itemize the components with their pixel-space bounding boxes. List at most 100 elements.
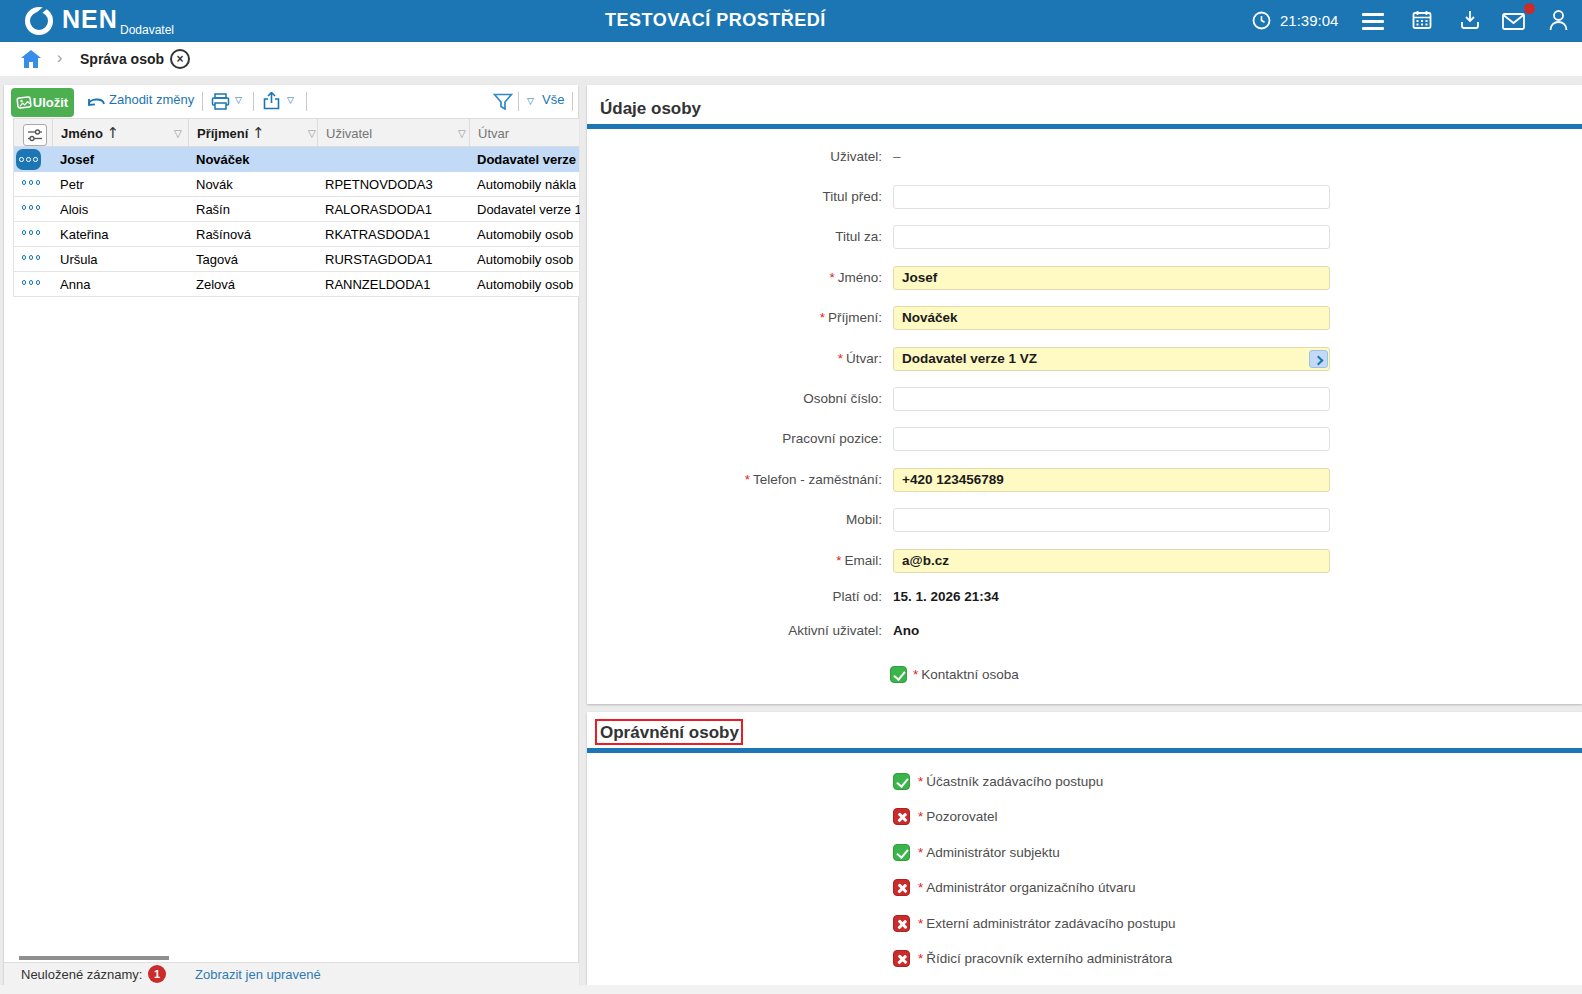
horizontal-scrollbar[interactable] xyxy=(19,956,169,960)
print-icon[interactable] xyxy=(211,93,230,110)
column-header-utvar[interactable]: Útvar xyxy=(469,119,580,148)
row-actions-icon[interactable] xyxy=(20,180,42,185)
mail-icon[interactable] xyxy=(1502,13,1525,30)
permission-checkbox[interactable]: ✓ xyxy=(893,773,910,790)
field-email: *Email: a@b.cz xyxy=(587,549,1582,573)
prijmeni-input[interactable]: Nováček xyxy=(893,306,1330,330)
app-header: NEN Dodavatel TESTOVACÍ PROSTŘEDÍ 21:39:… xyxy=(0,0,1582,42)
sort-asc-icon: ↑ xyxy=(252,124,265,142)
filter-icon[interactable] xyxy=(493,93,513,111)
clock-icon xyxy=(1252,11,1271,30)
field-mobil: Mobil: xyxy=(587,508,1582,532)
table-header: Jméno ↑ ▽ Příjmení ↑ ▽ Uživatel ▽ Útvar xyxy=(13,118,579,147)
mail-notification-dot xyxy=(1524,3,1535,14)
permission-item: ✓ *Účastník zadávacího postupu xyxy=(587,770,1582,794)
header-time: 21:39:04 xyxy=(1280,12,1338,29)
filter-prijmeni-icon[interactable]: ▽ xyxy=(308,119,316,148)
download-icon[interactable] xyxy=(1460,10,1480,30)
persons-list-panel: Uložit Zahodit změny ▽ ▽ ▽ Vše xyxy=(4,85,578,985)
permission-item: × *Pozorovatel xyxy=(587,805,1582,829)
filter-jmeno-icon[interactable]: ▽ xyxy=(174,119,182,148)
menu-icon[interactable] xyxy=(1362,13,1384,34)
export-dropdown-icon[interactable]: ▽ xyxy=(287,95,294,105)
uzivatel-value: – xyxy=(893,145,901,169)
utvar-input[interactable]: Dodavatel verze 1 VZ xyxy=(893,347,1330,371)
row-actions-icon[interactable] xyxy=(20,230,42,235)
filter-mode-dropdown-icon[interactable]: ▽ xyxy=(527,96,534,106)
field-pracovni-pozice: Pracovní pozice: xyxy=(587,427,1582,451)
page: NEN Dodavatel TESTOVACÍ PROSTŘEDÍ 21:39:… xyxy=(0,0,1582,994)
table-row[interactable]: Kateřina Rašínová RKATRASDODA1 Automobil… xyxy=(13,222,579,247)
column-settings-button[interactable] xyxy=(23,124,47,146)
row-actions-icon[interactable] xyxy=(20,255,42,260)
sort-asc-icon: ↑ xyxy=(107,124,120,142)
tab-close-icon[interactable]: × xyxy=(170,49,190,69)
permission-item: × *Administrátor organizačního útvaru xyxy=(587,876,1582,900)
field-uzivatel: Uživatel: – xyxy=(587,145,1582,169)
field-kontaktni-osoba: ✓ *Kontaktní osoba xyxy=(587,663,1582,687)
filter-all-button[interactable]: Vše xyxy=(542,92,564,107)
user-icon[interactable] xyxy=(1548,9,1569,31)
field-jmeno: *Jméno: Josef xyxy=(587,266,1582,290)
page-bottom-strip xyxy=(0,985,1582,994)
export-icon[interactable] xyxy=(263,92,280,110)
field-plati-od: Platí od: 15. 1. 2026 21:34 xyxy=(587,585,1582,609)
discard-changes-icon xyxy=(87,95,106,109)
calendar-icon[interactable] xyxy=(1412,10,1432,30)
environment-title: TESTOVACÍ PROSTŘEDÍ xyxy=(605,10,826,31)
column-header-prijmeni[interactable]: Příjmení ↑ xyxy=(188,119,317,148)
row-actions-icon[interactable] xyxy=(20,280,42,285)
jmeno-input[interactable]: Josef xyxy=(893,266,1330,290)
save-button[interactable]: Uložit xyxy=(11,88,74,117)
breadcrumb-chevron-icon: › xyxy=(57,49,62,67)
permission-checkbox[interactable]: × xyxy=(893,915,910,932)
kontaktni-osoba-checkbox[interactable]: ✓ xyxy=(890,666,907,683)
field-aktivni-uzivatel: Aktivní uživatel: Ano xyxy=(587,619,1582,643)
table-row[interactable]: Anna Zelová RANNZELDODA1 Automobily osob xyxy=(13,272,579,297)
permission-checkbox[interactable]: × xyxy=(893,950,910,967)
field-telefon: *Telefon - zaměstnání: +420 123456789 xyxy=(587,468,1582,492)
pracovni-pozice-input[interactable] xyxy=(893,427,1330,451)
details-section-title: Údaje osoby xyxy=(600,99,701,119)
logo-subtext: Dodavatel xyxy=(120,23,174,37)
discard-changes-button[interactable]: Zahodit změny xyxy=(109,92,194,107)
mobil-input[interactable] xyxy=(893,508,1330,532)
titul-za-input[interactable] xyxy=(893,225,1330,249)
permission-checkbox[interactable]: × xyxy=(893,808,910,825)
field-prijmeni: *Příjmení: Nováček xyxy=(587,306,1582,330)
field-osobni-cislo: Osobní číslo: xyxy=(587,387,1582,411)
table-row[interactable]: Alois Rašín RALORASDODA1 Dodavatel verze… xyxy=(13,197,579,222)
table-row[interactable]: Petr Novák RPETNOVDODA3 Automobily nákla xyxy=(13,172,579,197)
permission-checkbox[interactable]: × xyxy=(893,879,910,896)
permission-checkbox[interactable]: ✓ xyxy=(893,844,910,861)
table-row[interactable]: Josef Nováček Dodavatel verze xyxy=(13,147,579,172)
unsaved-records-label: Neuložené záznamy: xyxy=(21,967,142,982)
permission-item: × *Externí administrátor zadávacího post… xyxy=(587,912,1582,936)
logo-text: NEN xyxy=(62,5,118,34)
field-utvar: *Útvar: Dodavatel verze 1 VZ › xyxy=(587,347,1582,371)
permission-item: ✓ *Administrátor subjektu xyxy=(587,841,1582,865)
breadcrumb-tab-title[interactable]: Správa osob xyxy=(80,51,164,67)
telefon-input[interactable]: +420 123456789 xyxy=(893,468,1330,492)
column-header-uzivatel[interactable]: Uživatel xyxy=(317,119,469,148)
field-titul-pred: Titul před: xyxy=(587,185,1582,209)
aktivni-uzivatel-value: Ano xyxy=(893,619,919,643)
table-row[interactable]: Uršula Tagová RURSTAGDODA1 Automobily os… xyxy=(13,247,579,272)
email-input[interactable]: a@b.cz xyxy=(893,549,1330,573)
print-dropdown-icon[interactable]: ▽ xyxy=(235,95,242,105)
titul-pred-input[interactable] xyxy=(893,185,1330,209)
unsaved-count-badge: 1 xyxy=(148,965,166,983)
row-actions-icon[interactable] xyxy=(16,149,41,170)
row-actions-icon[interactable] xyxy=(20,205,42,210)
permission-item: × *Řídicí pracovník externího administrá… xyxy=(587,947,1582,971)
list-footer: Neuložené záznamy: 1 Zobrazit jen uprave… xyxy=(4,962,579,985)
persons-table: Jméno ↑ ▽ Příjmení ↑ ▽ Uživatel ▽ Útvar … xyxy=(13,118,579,297)
osobni-cislo-input[interactable] xyxy=(893,387,1330,411)
show-modified-link[interactable]: Zobrazit jen upravené xyxy=(195,967,321,982)
utvar-picker-button[interactable]: › xyxy=(1309,350,1328,368)
list-toolbar: Uložit Zahodit změny ▽ ▽ ▽ Vše xyxy=(4,85,579,118)
home-icon[interactable] xyxy=(20,49,42,69)
column-header-jmeno[interactable]: Jméno ↑ xyxy=(52,119,188,148)
plati-od-value: 15. 1. 2026 21:34 xyxy=(893,585,999,609)
filter-uzivatel-icon[interactable]: ▽ xyxy=(458,119,466,148)
